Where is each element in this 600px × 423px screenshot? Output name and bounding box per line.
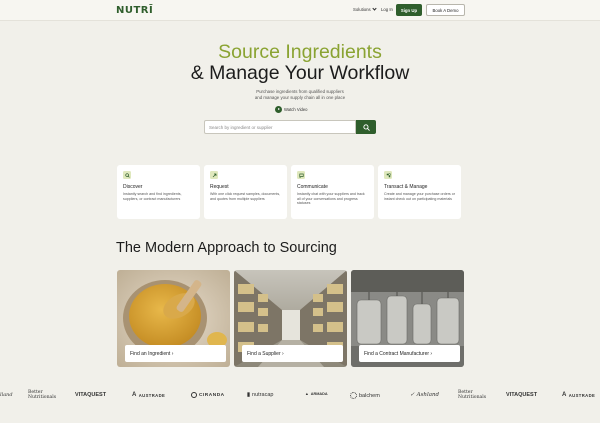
- request-icon: [210, 171, 218, 179]
- feature-card-request: Request With one click request samples, …: [204, 165, 287, 219]
- hero-title-line2: & Manage Your Workflow: [190, 62, 410, 84]
- card-find-contract-manufacturer[interactable]: Find a Contract Manufacturer ›: [351, 270, 464, 367]
- brand-logo-better-nutritionals: Better Nutritionals: [28, 390, 57, 400]
- feature-title: Transact & Manage: [384, 184, 428, 190]
- feature-desc: Instantly search and find ingredients, s…: [123, 192, 182, 201]
- signup-button[interactable]: Sign Up: [396, 4, 422, 16]
- balchem-mark-icon: [350, 392, 357, 399]
- search-icon: [123, 171, 131, 179]
- ashland-mark-icon: ✓: [410, 392, 415, 398]
- brand-logo-ashland: ✓ Ashland: [410, 392, 440, 398]
- feature-desc: Create and manage your purchase orders o…: [384, 192, 455, 201]
- feature-card-discover: Discover Instantly search and find ingre…: [117, 165, 200, 219]
- top-nav: NUTRĪ Solutions Log In Sign Up Book A De…: [0, 0, 600, 21]
- play-icon: [275, 106, 282, 113]
- feature-title: Communicate: [297, 184, 328, 190]
- card-find-supplier[interactable]: Find a Supplier ›: [234, 270, 347, 367]
- search-icon: [362, 123, 370, 131]
- nav-solutions-menu[interactable]: Solutions: [353, 6, 377, 12]
- brand-logo-austrade: A AUSTRADE: [132, 392, 166, 398]
- ciranda-mark-icon: [191, 392, 197, 398]
- feature-card-communicate: Communicate Instantly chat with your sup…: [291, 165, 374, 219]
- nutracap-mark-icon: ▮: [247, 392, 251, 398]
- nav-solutions-label: Solutions: [353, 7, 371, 12]
- nutri-logo[interactable]: NUTRĪ: [116, 5, 153, 16]
- book-demo-button[interactable]: Book A Demo: [426, 4, 465, 16]
- feature-card-transact: Transact & Manage Create and manage your…: [378, 165, 461, 219]
- find-contract-manufacturer-label[interactable]: Find a Contract Manufacturer ›: [359, 345, 460, 362]
- brand-logo-ashland-partial: lland: [0, 392, 13, 398]
- section-title: The Modern Approach to Sourcing: [116, 240, 337, 256]
- feature-desc: With one click request samples, document…: [210, 192, 281, 201]
- card-find-ingredient[interactable]: Find an Ingredient ›: [117, 270, 230, 367]
- austrade-mark-icon: A: [562, 392, 567, 398]
- hero-subtitle-line2: and manage your supply chain all in one …: [254, 94, 346, 100]
- brand-logo-nutracap: ▮ nutracap: [247, 392, 274, 398]
- find-supplier-label[interactable]: Find a Supplier ›: [242, 345, 343, 362]
- chat-icon: [297, 171, 305, 179]
- watch-video-label: Watch Video: [284, 107, 308, 112]
- armada-mark-icon: ▲: [305, 392, 309, 396]
- feature-desc: Instantly chat with your suppliers and t…: [297, 192, 365, 206]
- chevron-down-icon: [372, 6, 377, 11]
- feature-title: Request: [210, 184, 229, 190]
- brand-logo-balchem: balchem: [350, 392, 380, 399]
- search-input[interactable]: [204, 120, 356, 134]
- login-link[interactable]: Log In: [381, 7, 393, 12]
- feature-title: Discover: [123, 184, 143, 190]
- brand-logo-armada: ▲ ARMADA: [305, 392, 328, 396]
- brand-logo-vitaquest: VITAQUEST: [75, 392, 107, 398]
- hero-title-line1: Source Ingredients: [218, 41, 382, 63]
- brand-logo-ciranda: CIRANDA: [191, 392, 225, 398]
- search-button[interactable]: [356, 120, 376, 134]
- hero-subtitle: Purchase ingredients from qualified supp…: [0, 89, 600, 100]
- transact-icon: [384, 171, 392, 179]
- watch-video-link[interactable]: Watch Video: [275, 106, 308, 113]
- brand-logo-vitaquest-2: VITAQUEST: [506, 392, 538, 398]
- brand-logo-austrade-2: A AUSTRADE: [562, 392, 596, 398]
- austrade-mark-icon: A: [132, 392, 137, 398]
- brand-logo-better-nutritionals-2: Better Nutritionals: [458, 390, 487, 400]
- find-ingredient-label[interactable]: Find an Ingredient ›: [125, 345, 226, 362]
